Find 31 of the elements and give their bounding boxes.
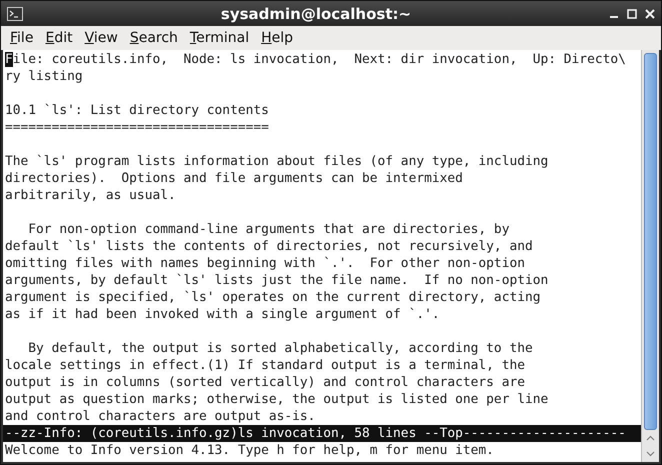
text-line: ry listing [4, 68, 84, 85]
menu-item[interactable]: View [80, 28, 123, 48]
text-line: directories). Options and file arguments can be intermixed [4, 170, 464, 187]
text-line: output as question marks; otherwise, the output is listed one per line [4, 391, 550, 408]
text-line: By default, the output is sorted alphabetically, according to the [27, 340, 534, 357]
text-line: For non-option command-line arguments that are directories, by [27, 221, 510, 238]
menu-item[interactable]: Edit [40, 28, 78, 48]
text-line: ================================== [4, 119, 270, 136]
close-icon[interactable] [645, 8, 655, 18]
text-line: and control characters are output as-is. [4, 408, 316, 425]
text-line: arbitrarily, as usual. [4, 187, 177, 204]
maximize-icon[interactable] [627, 8, 637, 18]
terminal-icon [7, 6, 23, 20]
menu-item[interactable]: Terminal [184, 28, 254, 48]
scrollbar[interactable] [641, 50, 659, 462]
menu-item[interactable]: File [5, 28, 38, 48]
text-line: default `ls' lists the contents of directories, not recursively, and [4, 238, 534, 255]
scrollbar-thumb[interactable] [644, 53, 657, 430]
text-line: Welcome to Info version 4.13. Type h for help, m for menu item. [4, 442, 495, 459]
window-title: sysadmin@localhost:~ [220, 4, 412, 22]
text-line: The `ls' program lists information about files (of any type, including [4, 153, 550, 170]
menu-item[interactable]: Help [256, 28, 298, 48]
text-line: 10.1 `ls': List directory contents [4, 102, 270, 119]
text-line: File: coreutils.info, Node: ls invocation, Next: dir invocation, Up: Directo\ [4, 51, 627, 68]
text-line: omitting files with names beginning with `.'. For other non-option [4, 255, 526, 272]
text-line: arguments, by default `ls' lists just the file name. If no non-option [4, 272, 550, 289]
menu-item[interactable]: Search [124, 28, 183, 48]
text-line: locale settings in effect.(1) If standard output is a terminal, the [4, 357, 526, 374]
text-line: argument is specified, `ls' operates on the current directory, acting [4, 289, 542, 306]
text-line: as if it had been invoked with a single argument of `.'. [4, 306, 441, 323]
text-line: output is in columns (sorted vertically) and control characters are [4, 374, 526, 391]
